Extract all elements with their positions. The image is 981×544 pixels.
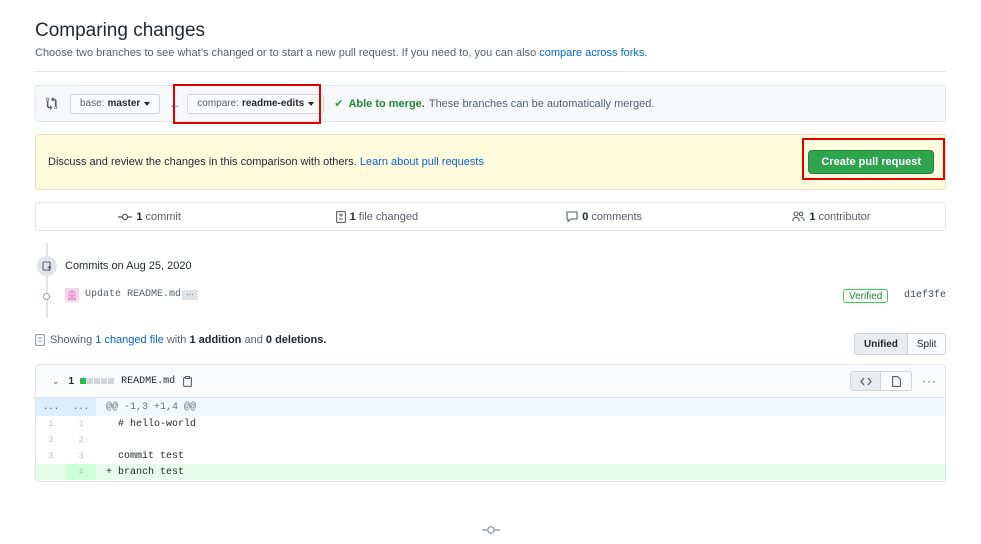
chevron-down-icon[interactable]: ⌄ <box>52 376 60 387</box>
summary-additions: 1 addition <box>189 334 242 346</box>
avatar[interactable] <box>65 288 79 302</box>
unified-view-button[interactable]: Unified <box>855 334 908 354</box>
file-name-link[interactable]: README.md <box>121 376 175 387</box>
git-compare-icon <box>46 97 60 111</box>
compare-forks-link[interactable]: compare across forks. <box>539 47 647 59</box>
comment-icon <box>566 211 578 222</box>
changed-files-link[interactable]: 1 changed file <box>95 334 164 346</box>
commits-date-heading: Commits on Aug 25, 2020 <box>65 260 192 272</box>
commit-expand-button[interactable]: … <box>182 289 198 300</box>
file-diff-icon <box>335 210 346 223</box>
tab-contributors-count: 1 <box>809 210 816 223</box>
diff-line: 3 3 commit test <box>36 448 945 464</box>
summary-deletions: 0 deletions. <box>265 334 327 346</box>
tab-contributors[interactable]: 1 contributor <box>718 203 945 230</box>
summary-and: and <box>244 334 263 346</box>
file-actions: ··· <box>850 371 937 391</box>
compare-tabs: 1 commit 1 file changed 0 comments 1 con… <box>35 202 946 231</box>
old-line-number[interactable]: 2 <box>36 436 66 445</box>
commits-group-header: Commits on Aug 25, 2020 <box>37 256 192 276</box>
tab-comments[interactable]: 0 comments <box>491 203 718 230</box>
new-line-number[interactable]: 3 <box>66 452 96 461</box>
hunk-header: @@ -1,3 +1,4 @@ <box>106 401 197 413</box>
code-view-icon[interactable] <box>851 372 881 390</box>
subtitle-text: Choose two branches to see what’s change… <box>35 47 537 59</box>
page-header: Comparing changes Choose two branches to… <box>35 20 946 59</box>
rich-view-icon[interactable] <box>881 372 911 390</box>
diff-line: 1 1 # hello-world <box>36 416 945 432</box>
hunk-expand-right[interactable]: ... <box>66 398 96 416</box>
commit-icon <box>118 212 133 222</box>
verified-badge[interactable]: Verified <box>843 289 889 303</box>
page-title: Comparing changes <box>35 20 206 41</box>
file-view-toggle <box>850 371 912 391</box>
tab-commits[interactable]: 1 commit <box>36 203 263 230</box>
diff-line-addition: 4 + branch test <box>36 464 945 480</box>
diffstat-bar <box>80 378 115 384</box>
old-line-number <box>36 464 66 480</box>
base-prefix: base: <box>80 98 105 109</box>
commit-sha-link[interactable]: d1ef3fe <box>904 290 946 301</box>
highlight-box-create-pr <box>802 138 945 180</box>
file-diff-icon <box>35 334 45 346</box>
highlight-box-compare <box>173 84 321 124</box>
tab-commits-count: 1 <box>136 210 143 223</box>
tab-comments-count: 0 <box>582 210 589 223</box>
split-view-button[interactable]: Split <box>907 334 946 354</box>
hunk-expand-left[interactable]: ... <box>36 398 66 416</box>
file-header: ⌄ 1 README.md ··· <box>36 365 945 398</box>
commit-node-icon <box>482 524 500 539</box>
tab-files-changed[interactable]: 1 file changed <box>263 203 490 230</box>
new-line-number[interactable]: 4 <box>66 464 96 480</box>
diff-line: 2 2 <box>36 432 945 448</box>
old-line-number[interactable]: 1 <box>36 420 66 429</box>
base-value: master <box>107 98 141 109</box>
page-subtitle: Choose two branches to see what’s change… <box>35 47 946 59</box>
hunk-header-row: ... ... @@ -1,3 +1,4 @@ <box>36 398 945 416</box>
new-line-number[interactable]: 2 <box>66 436 96 445</box>
tab-files-count: 1 <box>349 210 356 223</box>
caret-down-icon <box>144 101 151 106</box>
people-icon <box>792 211 805 222</box>
flash-text: Discuss and review the changes in this c… <box>48 156 357 168</box>
file-diff: ⌄ 1 README.md ··· ... ... @@ -1,3 +1,4 @… <box>35 364 946 482</box>
learn-pull-requests-link[interactable]: Learn about pull requests <box>360 156 484 168</box>
file-change-count: 1 <box>68 375 75 387</box>
line-code: commit test <box>106 450 185 462</box>
tab-comments-label: comments <box>591 210 643 223</box>
merge-ok-detail: These branches can be automatically merg… <box>428 97 655 110</box>
merge-ok-label: Able to merge. <box>348 97 425 110</box>
commit-row: Update README.md … Verified d1ef3fe <box>35 287 946 305</box>
copy-path-icon[interactable] <box>183 375 193 387</box>
base-branch-select[interactable]: base: master <box>70 93 161 114</box>
check-icon: ✔ <box>334 98 344 110</box>
merge-status: ✔ Able to merge. These branches can be a… <box>334 97 655 111</box>
commit-node-icon <box>40 291 52 301</box>
line-code: # hello-world <box>106 418 197 430</box>
tab-commits-label: commit <box>145 210 181 223</box>
tab-files-label: file changed <box>358 210 419 223</box>
new-line-number[interactable]: 1 <box>66 420 96 429</box>
summary-showing: Showing <box>50 334 93 346</box>
divider <box>35 71 946 72</box>
repo-push-icon <box>37 256 57 276</box>
diff-view-toggle: Unified Split <box>854 333 947 355</box>
summary-with: with <box>166 334 187 346</box>
timeline-line <box>46 243 48 318</box>
diff-summary: Showing 1 changed file with 1 addition a… <box>35 334 326 346</box>
line-code: + branch test <box>106 466 185 478</box>
kebab-menu-icon[interactable]: ··· <box>922 374 937 388</box>
tab-contributors-label: contributor <box>818 210 871 223</box>
commit-message-link[interactable]: Update README.md <box>85 289 181 300</box>
old-line-number[interactable]: 3 <box>36 452 66 461</box>
range-editor: base: master ← compare: readme-edits ✔ A… <box>35 85 946 122</box>
